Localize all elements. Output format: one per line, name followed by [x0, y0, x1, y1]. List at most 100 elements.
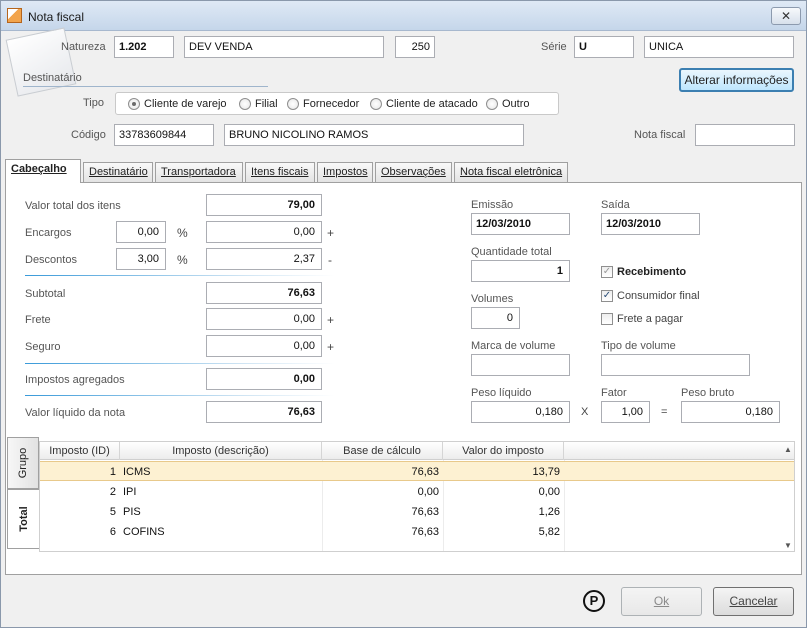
tipo-volume-field[interactable] [601, 354, 750, 376]
marca-volume-field[interactable] [471, 354, 570, 376]
consumidor-final-label: Consumidor final [617, 290, 700, 302]
tab-grupo[interactable]: Grupo [7, 437, 39, 489]
cell-base: 0,00 [417, 486, 439, 498]
quantidade-total-field[interactable]: 1 [471, 260, 570, 282]
close-button[interactable]: ✕ [771, 7, 801, 25]
marca-volume-label: Marca de volume [471, 340, 556, 352]
radio-outro[interactable]: Outro [486, 98, 530, 110]
plus-symbol: + [327, 226, 335, 240]
column-header[interactable]: Imposto (descrição) [120, 442, 322, 460]
column-header[interactable]: Base de cálculo [322, 442, 443, 460]
check-icon: ✓ [601, 266, 613, 278]
cell-desc: IPI [123, 486, 137, 498]
alterar-informacoes-button[interactable]: Alterar informações [679, 68, 794, 92]
cell-base: 76,63 [411, 526, 439, 538]
serie-label: Série [541, 41, 567, 53]
cell-desc: ICMS [123, 466, 151, 478]
encargos-label: Encargos [25, 227, 72, 239]
codigo-field[interactable]: 33783609844 [114, 124, 214, 146]
percent-symbol: % [177, 226, 188, 240]
valor-liquido-field[interactable]: 76,63 [206, 401, 322, 423]
tab-grupo-label: Grupo [17, 447, 29, 479]
seguro-field[interactable]: 0,00 [206, 335, 322, 357]
radio-cliente-varejo[interactable]: Cliente de varejo [128, 98, 227, 110]
percent-symbol: % [177, 253, 188, 267]
plus-symbol: + [327, 340, 335, 354]
cell-valor: 13,79 [532, 466, 560, 478]
subtotal-separator [25, 275, 335, 276]
equals-symbol: = [661, 406, 668, 418]
tab-destinatario[interactable]: Destinatário [83, 162, 153, 182]
serie-description-field[interactable]: UNICA [644, 36, 794, 58]
tab-total-label: Total [17, 506, 30, 532]
radio-label: Cliente de atacado [386, 98, 478, 110]
tipo-radio-group: Cliente de varejo Filial Fornecedor Clie… [115, 92, 559, 115]
scroll-down-icon[interactable]: ▼ [782, 541, 794, 551]
descontos-percent-field[interactable]: 3,00 [116, 248, 166, 270]
volumes-field[interactable]: 0 [471, 307, 520, 329]
impostos-agregados-label: Impostos agregados [25, 374, 125, 386]
emissao-date-field[interactable]: 12/03/2010 [471, 213, 570, 235]
tab-itens-fiscais[interactable]: Itens fiscais [245, 162, 315, 182]
cancel-button[interactable]: Cancelar [713, 587, 794, 616]
subtotal-label: Subtotal [25, 288, 66, 300]
tab-impostos[interactable]: Impostos [317, 162, 373, 182]
encargos-value-field[interactable]: 0,00 [206, 221, 322, 243]
tab-transportadora[interactable]: Transportadora [155, 162, 243, 182]
tab-total[interactable]: Total [7, 489, 39, 549]
tab-nota-fiscal-eletronica[interactable]: Nota fiscal eletrônica [454, 162, 568, 182]
saida-label: Saída [601, 199, 630, 211]
radio-label: Cliente de varejo [144, 98, 227, 110]
peso-bruto-field[interactable]: 0,180 [681, 401, 780, 423]
natureza-number-field[interactable]: 250 [395, 36, 435, 58]
scroll-up-icon[interactable]: ▲ [782, 445, 794, 455]
radio-cliente-atacado[interactable]: Cliente de atacado [370, 98, 478, 110]
tab-observacoes[interactable]: Observações [375, 162, 452, 182]
frete-a-pagar-label: Frete a pagar [617, 313, 684, 325]
impostos-separator [25, 363, 335, 364]
impostos-agregados-field[interactable]: 0,00 [206, 368, 322, 390]
frete-a-pagar-checkbox[interactable]: Frete a pagar [601, 313, 683, 325]
serie-code-field[interactable]: U [574, 36, 634, 58]
radio-icon [287, 98, 299, 110]
peso-liquido-field[interactable]: 0,180 [471, 401, 570, 423]
natureza-code-field[interactable]: 1.202 [114, 36, 174, 58]
frete-label: Frete [25, 314, 51, 326]
cell-valor: 0,00 [538, 486, 560, 498]
valor-total-label: Valor total dos itens [25, 200, 121, 212]
saida-date-field[interactable]: 12/03/2010 [601, 213, 700, 235]
table-row[interactable]: 5 PIS 76,63 1,26 [40, 502, 794, 522]
natureza-description-field[interactable]: DEV VENDA [184, 36, 384, 58]
column-header[interactable]: Imposto (ID) [40, 442, 120, 460]
fator-field[interactable]: 1,00 [601, 401, 650, 423]
tab-cabecalho[interactable]: Cabeçalho [5, 159, 81, 183]
cell-valor: 1,26 [538, 506, 560, 518]
radio-selected-icon [128, 98, 140, 110]
cell-base: 76,63 [411, 506, 439, 518]
table-row[interactable]: 1 ICMS 76,63 13,79 [40, 461, 794, 481]
encargos-percent-field[interactable]: 0,00 [116, 221, 166, 243]
emissao-label: Emissão [471, 199, 514, 211]
descontos-value-field[interactable]: 2,37 [206, 248, 322, 270]
table-row[interactable]: 6 COFINS 76,63 5,82 [40, 522, 794, 542]
radio-fornecedor[interactable]: Fornecedor [287, 98, 359, 110]
radio-icon [486, 98, 498, 110]
side-tab-strip: Grupo Total [7, 437, 39, 552]
column-header[interactable]: Valor do imposto [443, 442, 564, 460]
recebimento-checkbox[interactable]: ✓ Recebimento [601, 266, 686, 278]
cell-id: 5 [109, 506, 116, 518]
cell-id: 6 [109, 526, 116, 538]
nota-fiscal-window: Nota fiscal ✕ Natureza 1.202 DEV VENDA 2… [0, 0, 807, 628]
nota-fiscal-field[interactable] [695, 124, 795, 146]
subtotal-field[interactable]: 76,63 [206, 282, 322, 304]
cell-desc: PIS [123, 506, 141, 518]
frete-field[interactable]: 0,00 [206, 308, 322, 330]
sound-recording-copyright-icon: P [583, 590, 605, 612]
consumidor-final-checkbox[interactable]: ✓ Consumidor final [601, 290, 700, 302]
check-icon: ✓ [601, 290, 613, 302]
destinatario-name-field[interactable]: BRUNO NICOLINO RAMOS [224, 124, 524, 146]
valor-total-field[interactable]: 79,00 [206, 194, 322, 216]
radio-filial[interactable]: Filial [239, 98, 278, 110]
table-row[interactable]: 2 IPI 0,00 0,00 [40, 482, 794, 502]
ok-button[interactable]: Ok [621, 587, 702, 616]
